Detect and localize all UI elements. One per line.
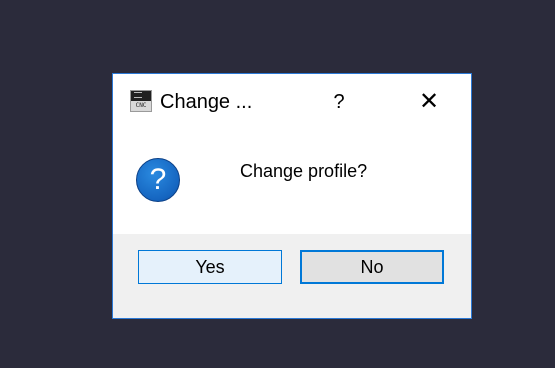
yes-button[interactable]: Yes [138,250,282,284]
help-button[interactable]: ? [323,88,355,116]
no-button[interactable]: No [300,250,444,284]
message-area: ? Change profile? [113,130,471,234]
question-icon: ? [136,158,180,202]
dialog-title: Change ... [160,91,253,113]
close-icon[interactable]: ✕ [409,88,449,116]
button-bar: Yes No [113,234,471,318]
message-dialog: CNC Change ... ? ✕ ? Change profile? Yes… [112,73,472,319]
message-text: Change profile? [240,161,368,181]
app-logo-text: CNC [131,101,151,111]
dialog-titlebar[interactable]: CNC Change ... ? ✕ [113,74,471,130]
app-logo-icon: CNC [130,90,152,112]
